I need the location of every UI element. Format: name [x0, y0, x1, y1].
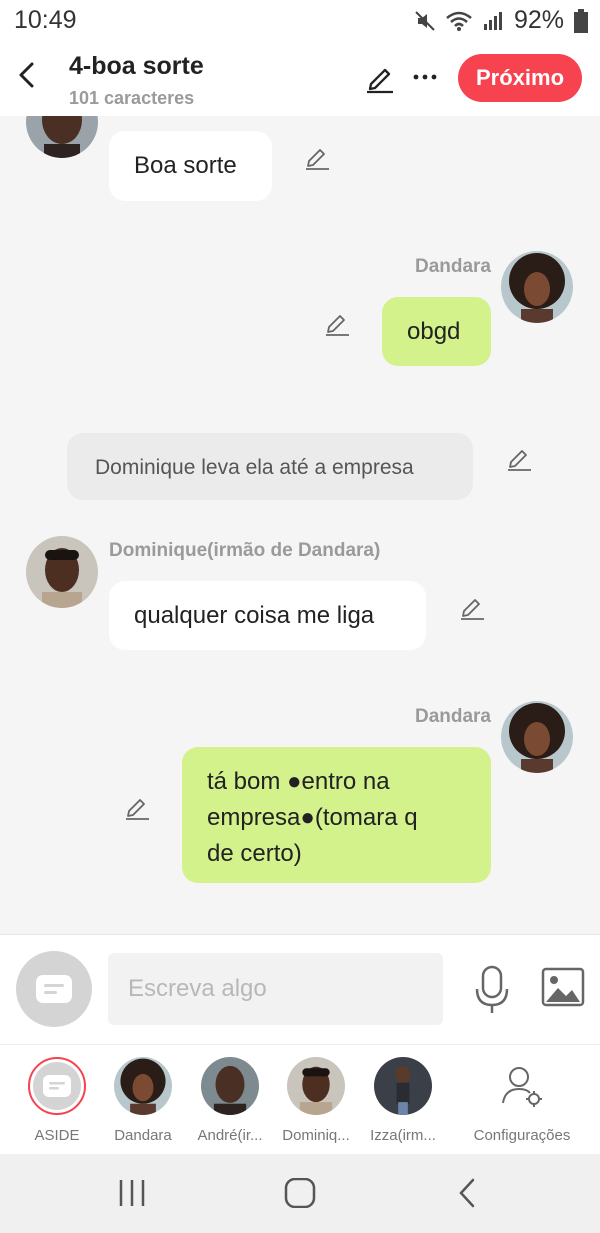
note-icon: [36, 975, 72, 1003]
next-button[interactable]: Próximo: [458, 54, 582, 102]
more-button[interactable]: [410, 62, 440, 92]
character-label: Configurações: [473, 1127, 571, 1144]
microphone-icon: [475, 965, 509, 1013]
message-text-line: tá bom ●entro na: [207, 768, 390, 795]
character-aside[interactable]: ASIDE: [14, 1057, 100, 1144]
aside-toggle-button[interactable]: [16, 951, 92, 1027]
message-text: qualquer coisa me liga: [134, 602, 375, 629]
edit-narration-button[interactable]: [505, 444, 533, 472]
note-icon: [43, 1075, 71, 1097]
avatar: [374, 1057, 432, 1115]
edit-message-button[interactable]: [123, 793, 151, 821]
system-back-button[interactable]: [454, 1178, 482, 1213]
character-dandara[interactable]: Dandara: [100, 1057, 186, 1144]
character-label: André(ir...: [197, 1127, 263, 1144]
image-button[interactable]: [541, 967, 585, 1007]
recent-apps-button[interactable]: [116, 1178, 148, 1213]
avatar: [287, 1057, 345, 1115]
system-nav-bar: [0, 1154, 600, 1233]
pencil-icon: [126, 799, 149, 820]
character-label: Dandara: [114, 1127, 172, 1144]
edit-message-button[interactable]: [458, 593, 486, 621]
more-dots-icon: [413, 74, 437, 80]
message-bubble[interactable]: obgd: [382, 297, 491, 366]
pencil-icon: [508, 450, 531, 471]
character-andre[interactable]: André(ir...: [187, 1057, 273, 1144]
chat-area[interactable]: Boa sorte Dandara obgd Dominique leva el…: [0, 116, 600, 934]
back-button[interactable]: [12, 58, 42, 92]
wifi-icon: [446, 10, 472, 32]
input-bar: [0, 934, 600, 1044]
message-input[interactable]: [108, 953, 443, 1025]
edit-message-button[interactable]: [323, 309, 351, 337]
microphone-button[interactable]: [472, 965, 512, 1015]
mute-icon: [414, 10, 436, 32]
character-count: 101 caracteres: [69, 88, 195, 108]
character-label: Izza(irm...: [370, 1127, 436, 1144]
settings-person-icon: [493, 1057, 551, 1115]
home-icon: [284, 1177, 316, 1209]
settings-button[interactable]: Configurações: [470, 1057, 574, 1144]
character-label: Dominiq...: [282, 1127, 350, 1144]
character-izza[interactable]: Izza(irm...: [360, 1057, 446, 1144]
back-arrow-icon: [459, 1178, 475, 1208]
narration-bubble[interactable]: Dominique leva ela até a empresa: [67, 433, 473, 500]
message-bubble[interactable]: tá bom ●entro na empresa●(tomara q de ce…: [182, 747, 491, 883]
message-bubble[interactable]: Boa sorte: [109, 131, 272, 201]
battery-icon: [574, 8, 588, 33]
message-text-line: de certo): [207, 840, 302, 867]
avatar: [201, 1057, 259, 1115]
character-dominique[interactable]: Dominiq...: [273, 1057, 359, 1144]
character-label: ASIDE: [34, 1127, 80, 1144]
edit-message-button[interactable]: [303, 143, 331, 171]
image-icon: [541, 967, 585, 1007]
edit-title-button[interactable]: [364, 62, 396, 94]
chat-header: 4-boa sorte 101 caracteres Próximo: [0, 42, 600, 116]
page-title: 4-boa sorte: [69, 52, 204, 80]
sender-name: Dandara: [414, 256, 491, 277]
status-time: 10:49: [14, 6, 77, 34]
avatar-dandara[interactable]: [501, 701, 573, 773]
status-icons: 92%: [414, 6, 588, 35]
character-bar: ASIDE Dandara André(ir... Dominiq... Izz…: [0, 1044, 600, 1154]
recent-apps-icon: [119, 1180, 145, 1206]
message-text: obgd: [407, 318, 461, 345]
pencil-icon: [306, 149, 329, 170]
message-bubble[interactable]: qualquer coisa me liga: [109, 581, 426, 650]
signal-icon: [482, 10, 504, 32]
pencil-icon: [367, 68, 393, 94]
pencil-icon: [461, 599, 484, 620]
sender-name: Dominique(irmão de Dandara): [109, 540, 381, 561]
avatar: [114, 1057, 172, 1115]
aside-avatar: [28, 1057, 86, 1115]
avatar-andre[interactable]: [26, 116, 98, 158]
message-text: Boa sorte: [134, 152, 237, 179]
avatar-dandara[interactable]: [501, 251, 573, 323]
sender-name: Dandara: [414, 706, 491, 727]
chevron-left-icon: [19, 62, 34, 88]
pencil-icon: [326, 315, 349, 336]
battery-level: 92%: [513, 6, 564, 34]
message-text-line: empresa●(tomara q: [207, 804, 418, 831]
avatar-dominique[interactable]: [26, 536, 98, 608]
status-bar: 10:49 92%: [0, 0, 600, 42]
narration-text: Dominique leva ela até a empresa: [95, 456, 414, 479]
home-button[interactable]: [284, 1177, 316, 1213]
